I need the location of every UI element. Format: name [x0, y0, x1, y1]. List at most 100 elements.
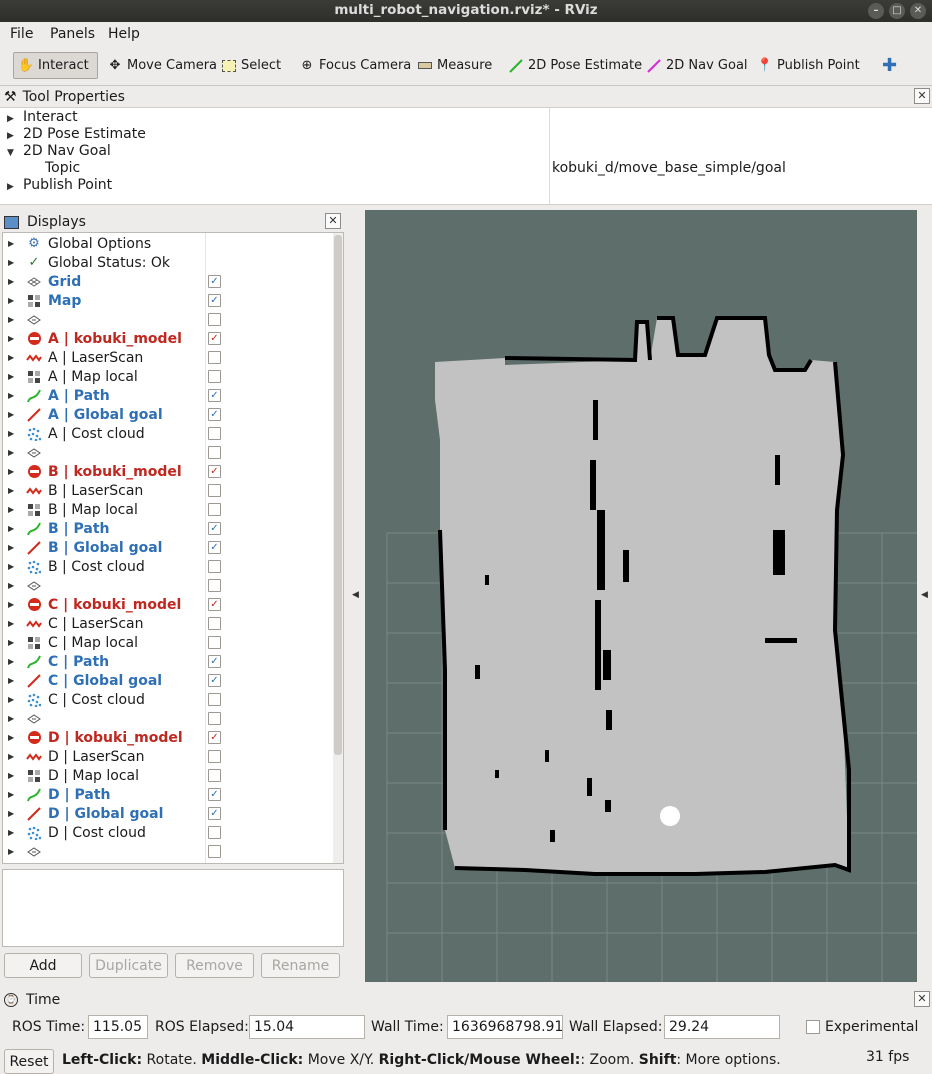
display-checkbox[interactable] — [208, 370, 221, 383]
tool-publish-point-button[interactable]: 📍 Publish Point — [753, 52, 865, 79]
tool-2d-nav-goal-button[interactable]: 2D Nav Goal — [642, 52, 753, 79]
expand-arrow-icon[interactable]: ▶ — [8, 733, 14, 742]
expand-arrow-icon[interactable]: ▶ — [8, 714, 14, 723]
display-checkbox[interactable]: ✓ — [208, 408, 221, 421]
display-row[interactable]: ▶ C | kobuki_model ✓ — [3, 595, 333, 614]
tool-measure-button[interactable]: Measure — [413, 52, 497, 79]
display-checkbox[interactable]: ✓ — [208, 389, 221, 402]
display-row[interactable]: ▶ C | Map local — [3, 633, 333, 652]
tp-row-2d-pose-estimate[interactable]: ▶ 2D Pose Estimate — [0, 126, 146, 143]
display-row[interactable]: ▶ D | LaserScan — [3, 747, 333, 766]
expand-arrow-icon[interactable]: ▶ — [8, 353, 14, 362]
tool-focus-camera-button[interactable]: ⊕ Focus Camera — [295, 52, 416, 79]
add-button[interactable]: Add — [4, 953, 82, 978]
tp-row-topic[interactable]: Topic — [45, 160, 80, 177]
reset-button[interactable]: Reset — [4, 1049, 54, 1074]
expand-arrow-icon[interactable]: ▶ — [8, 372, 14, 381]
display-checkbox[interactable]: ✓ — [208, 655, 221, 668]
display-checkbox[interactable] — [208, 560, 221, 573]
tool-select-button[interactable]: Select — [217, 52, 286, 79]
display-checkbox[interactable] — [208, 769, 221, 782]
expand-arrow-icon[interactable]: ▶ — [8, 391, 14, 400]
display-row[interactable]: ▶ A | kobuki_model ✓ — [3, 329, 333, 348]
expand-arrow-icon[interactable]: ▶ — [8, 410, 14, 419]
display-checkbox[interactable] — [208, 427, 221, 440]
display-checkbox[interactable] — [208, 446, 221, 459]
expand-arrow-icon[interactable]: ▶ — [8, 505, 14, 514]
displays-close-icon[interactable]: ✕ — [325, 213, 341, 229]
display-checkbox[interactable] — [208, 712, 221, 725]
maximize-icon[interactable]: □ — [889, 3, 905, 19]
expand-arrow-icon[interactable]: ▶ — [8, 695, 14, 704]
tool-move-camera-button[interactable]: ✥ Move Camera — [103, 52, 222, 79]
display-row[interactable]: ▶ C | Global goal ✓ — [3, 671, 333, 690]
expand-arrow-icon[interactable]: ▶ — [8, 676, 14, 685]
display-row[interactable]: ▶ D | kobuki_model ✓ — [3, 728, 333, 747]
display-checkbox[interactable]: ✓ — [208, 674, 221, 687]
display-checkbox[interactable]: ✓ — [208, 522, 221, 535]
scrollbar-thumb[interactable] — [334, 235, 342, 755]
display-row[interactable]: ▶ Map ✓ — [3, 291, 333, 310]
experimental-checkbox[interactable] — [806, 1020, 820, 1034]
display-checkbox[interactable]: ✓ — [208, 294, 221, 307]
display-checkbox[interactable] — [208, 313, 221, 326]
expand-arrow-icon[interactable]: ▶ — [8, 258, 14, 267]
expand-arrow-icon[interactable]: ▶ — [8, 543, 14, 552]
tp-row-2d-nav-goal[interactable]: ▼ 2D Nav Goal — [0, 143, 111, 160]
display-checkbox[interactable] — [208, 351, 221, 364]
display-row[interactable]: ▶ — [3, 310, 333, 329]
time-close-icon[interactable]: ✕ — [914, 991, 930, 1007]
expand-arrow-icon[interactable]: ▶ — [8, 828, 14, 837]
display-row[interactable]: ▶ B | Global goal ✓ — [3, 538, 333, 557]
tp-row-interact[interactable]: ▶ Interact — [0, 109, 78, 126]
display-row[interactable]: ▶ ⚙ Global Options — [3, 234, 333, 253]
display-checkbox[interactable]: ✓ — [208, 807, 221, 820]
menu-help[interactable]: Help — [108, 26, 140, 42]
expand-arrow-icon[interactable]: ▶ — [8, 296, 14, 305]
display-row[interactable]: ▶ B | Map local — [3, 500, 333, 519]
tool-properties-close-icon[interactable]: ✕ — [914, 88, 930, 104]
ros-time-field[interactable]: 115.05 — [88, 1015, 148, 1039]
expand-arrow-icon[interactable]: ▶ — [8, 809, 14, 818]
menu-panels[interactable]: Panels — [50, 26, 95, 42]
display-row[interactable]: ▶ C | LaserScan — [3, 614, 333, 633]
collapse-left-icon[interactable]: ◀ — [352, 590, 359, 600]
display-row[interactable]: ▶ A | Cost cloud — [3, 424, 333, 443]
tool-interact-button[interactable]: ✋ Interact — [13, 52, 98, 79]
display-row[interactable]: ▶ — [3, 576, 333, 595]
display-row[interactable]: ▶ — [3, 443, 333, 462]
display-checkbox[interactable] — [208, 636, 221, 649]
display-row[interactable]: ▶ B | Cost cloud — [3, 557, 333, 576]
display-checkbox[interactable]: ✓ — [208, 598, 221, 611]
rename-button[interactable]: Rename — [261, 953, 340, 978]
display-row[interactable]: ▶ — [3, 842, 333, 861]
display-checkbox[interactable]: ✓ — [208, 731, 221, 744]
duplicate-button[interactable]: Duplicate — [89, 953, 168, 978]
3d-viewport[interactable] — [365, 210, 917, 982]
display-checkbox[interactable] — [208, 693, 221, 706]
ros-elapsed-field[interactable]: 15.04 — [249, 1015, 365, 1039]
display-checkbox[interactable] — [208, 484, 221, 497]
wall-elapsed-field[interactable]: 29.24 — [664, 1015, 780, 1039]
display-row[interactable]: ▶ A | Global goal ✓ — [3, 405, 333, 424]
expand-arrow-icon[interactable]: ▶ — [8, 334, 14, 343]
expand-arrow-icon[interactable]: ▶ — [8, 847, 14, 856]
remove-button[interactable]: Remove — [175, 953, 254, 978]
expand-arrow-icon[interactable]: ▶ — [8, 790, 14, 799]
display-row[interactable]: ▶ A | Map local — [3, 367, 333, 386]
display-checkbox[interactable]: ✓ — [208, 465, 221, 478]
display-row[interactable]: ▶ B | LaserScan — [3, 481, 333, 500]
expand-arrow-icon[interactable]: ▶ — [8, 239, 14, 248]
display-row[interactable]: ▶ A | Path ✓ — [3, 386, 333, 405]
tool-2d-pose-estimate-button[interactable]: 2D Pose Estimate — [504, 52, 647, 79]
close-icon[interactable]: ✕ — [910, 3, 926, 19]
display-checkbox[interactable] — [208, 617, 221, 630]
display-row[interactable]: ▶ A | LaserScan — [3, 348, 333, 367]
display-row[interactable]: ▶ D | Cost cloud — [3, 823, 333, 842]
collapse-right-icon[interactable]: ◀ — [921, 590, 928, 600]
expand-arrow-icon[interactable]: ▶ — [8, 657, 14, 666]
display-row[interactable]: ▶ B | Path ✓ — [3, 519, 333, 538]
expand-arrow-icon[interactable]: ▶ — [8, 562, 14, 571]
display-row[interactable]: ▶ C | Path ✓ — [3, 652, 333, 671]
display-checkbox[interactable]: ✓ — [208, 788, 221, 801]
